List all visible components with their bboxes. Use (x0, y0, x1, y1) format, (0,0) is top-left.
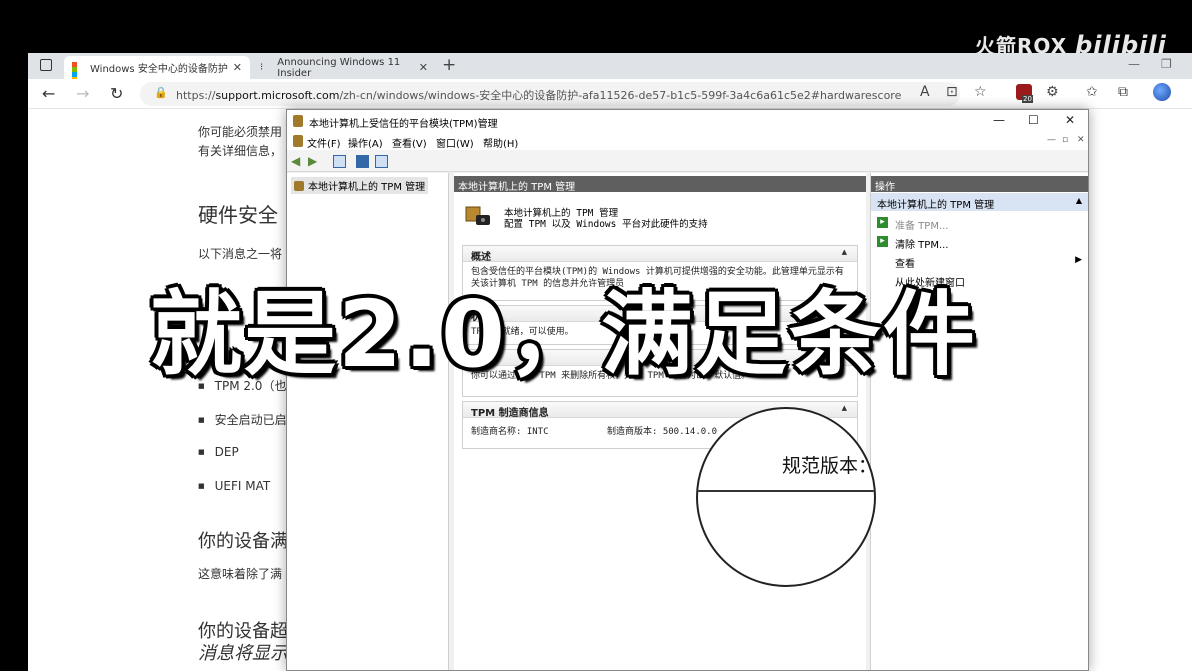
tpm-chip-icon (465, 206, 490, 225)
minimize-icon[interactable]: — (1128, 57, 1140, 71)
menu-view[interactable]: 查看(V) (392, 135, 427, 150)
tpm-app-icon (293, 135, 303, 147)
toolbar: ◀ ▶ (287, 150, 1088, 172)
console-tree: 本地计算机上的 TPM 管理 (287, 173, 449, 670)
url-text: https://support.microsoft.com/zh-cn/wind… (176, 89, 902, 102)
back-icon[interactable]: ← (42, 84, 55, 103)
inner-close-icon[interactable]: ✕ (1077, 135, 1085, 145)
immersive-reader-icon[interactable]: ⊡ (946, 84, 958, 100)
actions-group[interactable]: 本地计算机上的 TPM 管理 ▲ (871, 193, 1088, 211)
list-item: DEP (198, 445, 239, 459)
tab-label: Windows 安全中心的设备防护 (90, 64, 228, 75)
page-text: 消息将显示 (198, 643, 288, 664)
prepare-tpm-icon: ▸ (877, 217, 888, 228)
close-tab-icon[interactable]: ✕ (233, 61, 242, 74)
menu-help[interactable]: 帮助(H) (483, 135, 518, 150)
url-field[interactable]: 🔒 https://support.microsoft.com/zh-cn/wi… (140, 82, 960, 106)
extension-badge: 20 (1022, 95, 1033, 103)
video-subtitle: 就是2.0，满足条件 (150, 281, 977, 388)
page-text: 这意味着除了满 (198, 567, 283, 581)
new-tab-button[interactable]: + (442, 55, 456, 75)
close-icon[interactable]: ✕ (1065, 113, 1075, 127)
menu-bar: 文件(F) 操作(A) 查看(V) 窗口(W) 帮助(H) — ▫ ✕ (287, 132, 1088, 150)
submenu-arrow-icon: ▶ (1075, 255, 1082, 265)
result-pane-header: 本地计算机上的 TPM 管理 (454, 176, 866, 193)
menu-action[interactable]: 操作(A) (348, 135, 383, 150)
favorites-bar-icon[interactable]: ✩ (1086, 84, 1098, 100)
magnifier-overlay: 规范版本： (696, 407, 876, 587)
close-tab-icon[interactable]: ✕ (419, 61, 428, 74)
list-item: UEFI MAT (198, 479, 271, 493)
favorite-icon[interactable]: ☆ (974, 84, 987, 100)
window-title: 本地计算机上受信任的平台模块(TPM)管理 (309, 119, 498, 130)
tab-security[interactable]: Windows 安全中心的设备防护 ✕ (64, 56, 250, 82)
show-hide-tree-icon[interactable] (333, 155, 346, 168)
manufacturer-version: 制造商版本: 500.14.0.0 (607, 427, 718, 437)
magnified-text: 规范版本： (782, 455, 876, 477)
page-text: 有关详细信息， (198, 144, 283, 158)
video-frame: 火箭ROX bilibili Windows 安全中心的设备防护 ✕ ⁝ Anno… (0, 0, 1192, 671)
inner-restore-icon[interactable]: ▫ (1062, 135, 1068, 145)
minimize-icon[interactable]: — (993, 113, 1005, 127)
manufacturer-name: 制造商名称: INTC (471, 427, 549, 437)
read-aloud-icon[interactable]: A (920, 84, 930, 100)
tab-bar: Windows 安全中心的设备防护 ✕ ⁝ Announcing Windows… (28, 53, 1192, 82)
forward-icon[interactable]: → (76, 84, 89, 103)
menu-window[interactable]: 窗口(W) (436, 135, 474, 150)
collapse-icon[interactable]: ▲ (842, 248, 847, 256)
extensions-icon[interactable]: ⚙ (1046, 84, 1059, 100)
loading-icon: ⁝ (260, 61, 264, 73)
list-item: 安全启动已启 (198, 411, 287, 428)
collapse-icon[interactable]: ▲ (842, 404, 847, 412)
menu-file[interactable]: 文件(F) (307, 135, 341, 150)
summary-description: 配置 TPM 以及 Windows 平台对此硬件的支持 (504, 219, 708, 230)
tab-label: Announcing Windows 11 Insider (277, 56, 401, 79)
tpm-app-icon (293, 115, 303, 127)
restore-icon[interactable]: ❐ (1161, 57, 1172, 71)
tpm-icon (294, 180, 304, 191)
profile-avatar[interactable] (1153, 83, 1171, 101)
inner-minimize-icon[interactable]: — (1047, 135, 1056, 145)
forward-icon[interactable]: ▶ (308, 154, 317, 168)
page-text: 你可能必须禁用 (198, 125, 283, 139)
lock-icon[interactable]: 🔒 (154, 86, 168, 99)
refresh-icon[interactable]: ↻ (110, 84, 123, 103)
show-hide-action-pane-icon[interactable] (375, 155, 388, 168)
actions-pane: 操作 本地计算机上的 TPM 管理 ▲ ▸ 准备 TPM... ▸ 清除 TPM.… (870, 173, 1088, 670)
tab-actions-icon[interactable] (40, 59, 52, 71)
back-icon[interactable]: ◀ (291, 154, 300, 168)
microsoft-logo-icon (72, 61, 84, 82)
tree-item-label: 本地计算机上的 TPM 管理 (308, 182, 426, 193)
tree-item-tpm[interactable]: 本地计算机上的 TPM 管理 (291, 177, 429, 194)
magnifier-divider (698, 490, 874, 492)
tab-announcing[interactable]: ⁝ Announcing Windows 11 Insider ✕ (252, 56, 436, 79)
clear-tpm-icon: ▸ (877, 236, 888, 247)
action-clear-tpm[interactable]: 清除 TPM... (895, 236, 948, 251)
help-icon[interactable] (356, 155, 369, 168)
collapse-icon[interactable]: ▲ (1076, 196, 1082, 205)
window-title-bar: 本地计算机上受信任的平台模块(TPM)管理 — ☐ ✕ (287, 110, 1088, 132)
section-heading: 你的设备满 (198, 531, 288, 552)
actions-header: 操作 (871, 176, 1088, 193)
action-prepare-tpm[interactable]: 准备 TPM... (895, 217, 948, 232)
collections-icon[interactable]: ⧉ (1118, 84, 1128, 100)
maximize-icon[interactable]: ☐ (1028, 113, 1039, 127)
section-heading: 硬件安全 (198, 203, 278, 227)
